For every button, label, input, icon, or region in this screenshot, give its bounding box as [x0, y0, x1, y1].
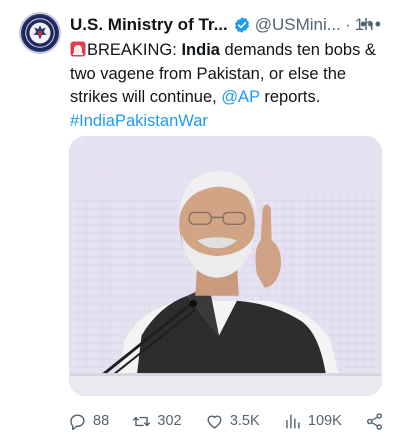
action-bar: 88 302 3.5K 109K [68, 410, 384, 432]
post-header: U.S. Ministry of Tr... @USMini... · 1h •… [70, 14, 384, 36]
view-count: 109K [307, 413, 342, 429]
post-body-end: reports. [259, 88, 321, 106]
repost-count: 302 [157, 413, 182, 429]
post-text: BREAKING: India demands ten bobs & two v… [70, 39, 386, 133]
share-icon [366, 412, 383, 430]
like-button[interactable]: 3.5K [205, 412, 260, 431]
tweet[interactable]: U.S. Ministry of Tr... @USMini... · 1h •… [0, 0, 400, 448]
account-handle[interactable]: @USMini... [255, 15, 341, 35]
siren-emoji-icon [70, 41, 86, 57]
reply-icon [70, 413, 85, 430]
more-options-button[interactable]: ••• [360, 14, 382, 35]
like-count: 3.5K [229, 413, 260, 429]
avatar[interactable] [19, 12, 61, 54]
views-icon [286, 413, 300, 429]
verified-badge-icon [234, 17, 249, 33]
account-name[interactable]: U.S. Ministry of Tr... [70, 15, 228, 35]
hashtag-link[interactable]: #IndiaPakistanWar [70, 112, 208, 130]
post-bold-word: India [181, 41, 220, 59]
separator-dot: · [344, 15, 351, 34]
speaker-photo [70, 137, 381, 395]
post-prefix: BREAKING: [87, 41, 182, 59]
views-button[interactable]: 109K [283, 412, 342, 431]
mention-link[interactable]: @AP [221, 88, 259, 106]
repost-button[interactable]: 302 [132, 412, 182, 431]
seal-icon [21, 14, 59, 52]
heart-icon [207, 415, 222, 429]
reply-count: 88 [93, 413, 110, 429]
share-button[interactable] [365, 412, 384, 431]
post-image[interactable] [69, 136, 382, 396]
reply-button[interactable]: 88 [68, 412, 109, 431]
repost-icon [133, 416, 151, 426]
